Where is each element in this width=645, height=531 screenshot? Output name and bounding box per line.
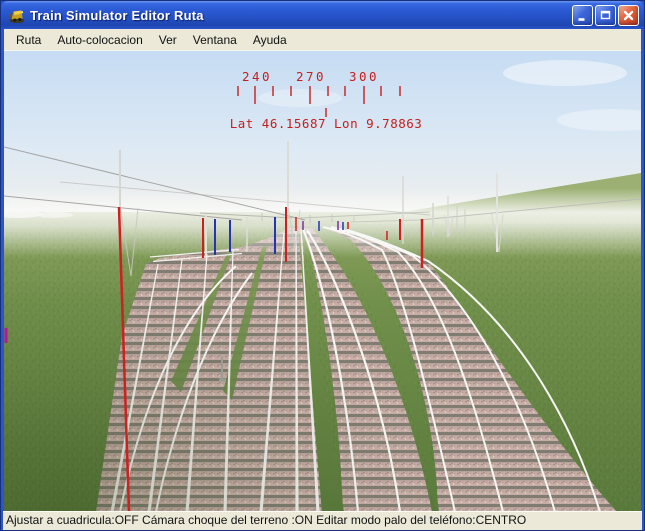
- menu-ventana[interactable]: Ventana: [185, 31, 245, 49]
- compass-label-270: 270: [296, 69, 326, 84]
- menu-ver[interactable]: Ver: [151, 31, 185, 49]
- menu-ayuda[interactable]: Ayuda: [245, 31, 295, 49]
- title-bar[interactable]: Train Simulator Editor Ruta: [1, 1, 644, 29]
- maximize-icon: [599, 9, 612, 22]
- menu-auto-colocacion[interactable]: Auto-colocacion: [49, 31, 150, 49]
- status-text: Ajustar a cuadricula:OFF Cámara choque d…: [6, 513, 526, 527]
- minimize-button[interactable]: [572, 5, 593, 26]
- window-title: Train Simulator Editor Ruta: [30, 8, 204, 23]
- app-icon: [8, 6, 26, 24]
- window-controls: [572, 5, 639, 26]
- horizon-haze: [4, 188, 641, 258]
- cloud: [503, 60, 627, 86]
- corner-shading: [4, 250, 424, 511]
- close-icon: [622, 9, 635, 22]
- compass-label-300: 300: [349, 69, 379, 84]
- scene-svg: 240 270 300 Lat 46.15687 Lon 9.78863: [4, 51, 641, 511]
- viewport-3d[interactable]: 240 270 300 Lat 46.15687 Lon 9.78863: [4, 51, 641, 511]
- minimize-icon: [576, 9, 589, 22]
- status-bar: Ajustar a cuadricula:OFF Cámara choque d…: [3, 511, 642, 530]
- app-window: Train Simulator Editor Ruta Ruta Auto-co…: [0, 0, 645, 531]
- latlon-readout: Lat 46.15687 Lon 9.78863: [230, 116, 423, 131]
- menu-bar: Ruta Auto-colocacion Ver Ventana Ayuda: [4, 29, 641, 51]
- close-button[interactable]: [618, 5, 639, 26]
- maximize-button[interactable]: [595, 5, 616, 26]
- cloud: [258, 89, 342, 107]
- menu-ruta[interactable]: Ruta: [8, 31, 49, 49]
- compass-label-240: 240: [242, 69, 272, 84]
